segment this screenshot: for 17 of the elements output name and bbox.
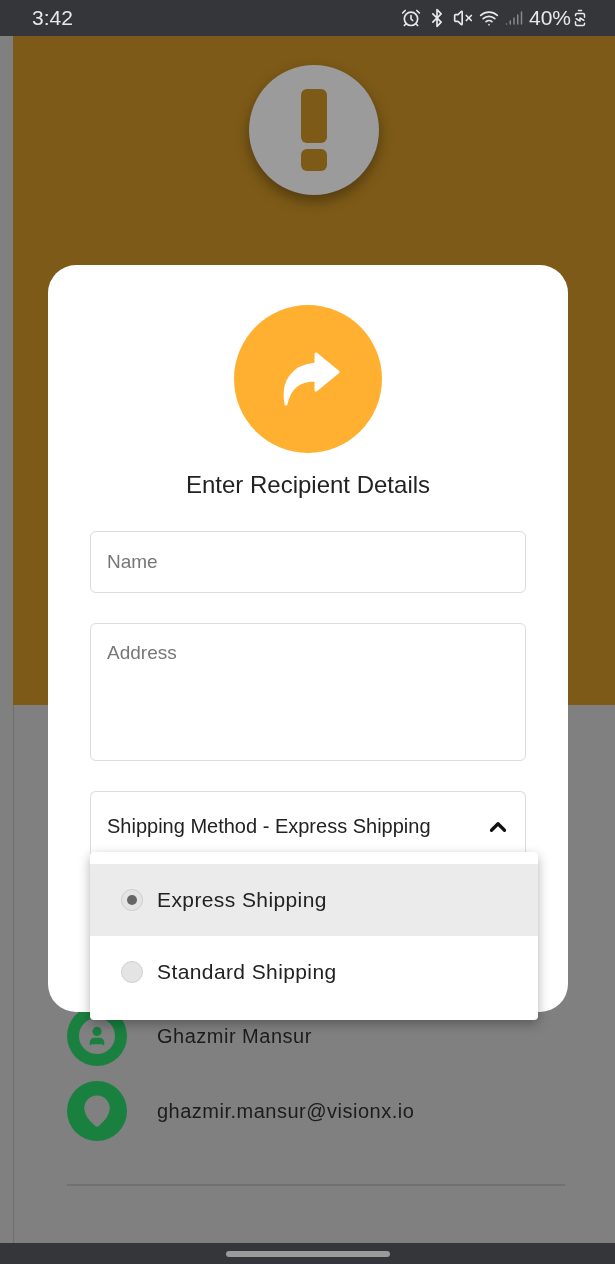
signal-icon xyxy=(504,9,523,27)
radio-button[interactable] xyxy=(121,961,143,983)
alarm-icon xyxy=(400,8,421,28)
address-field[interactable]: Address xyxy=(90,623,526,761)
exclamation-icon xyxy=(301,89,327,171)
contact-text: ghazmir.mansur@visionx.io xyxy=(157,1099,415,1123)
home-handle[interactable] xyxy=(225,1250,390,1257)
status-time: 3:42 xyxy=(32,6,74,30)
radio-button[interactable] xyxy=(121,889,143,911)
shipping-option[interactable]: Express Shipping xyxy=(90,864,538,936)
wifi-icon xyxy=(478,8,499,28)
shipping-option[interactable]: Standard Shipping xyxy=(90,936,538,1008)
name-field[interactable]: Name xyxy=(90,531,526,593)
dialog-title: Enter Recipient Details xyxy=(185,471,431,499)
mute-icon xyxy=(452,8,473,28)
battery-level: 40% xyxy=(528,6,571,30)
contact-text: Ghazmir Mansur xyxy=(157,1024,312,1048)
